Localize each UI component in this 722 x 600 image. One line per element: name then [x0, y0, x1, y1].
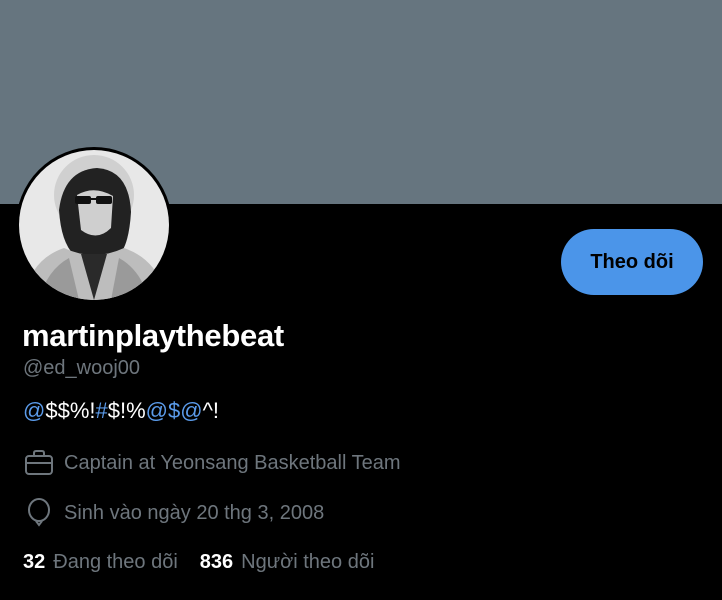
follow-button[interactable]: Theo dõi	[561, 229, 703, 295]
bio-cashtag-link[interactable]: $	[168, 398, 180, 423]
avatar-photo	[19, 150, 169, 300]
birthday-info: Sinh vào ngày 20 thg 3, 2008	[24, 498, 324, 528]
profile-bio: @$$%!#$!%@$@^!	[23, 398, 219, 424]
following-label: Đang theo dõi	[53, 551, 178, 573]
bio-text: $!%	[107, 398, 146, 423]
bio-mention-link[interactable]: @	[180, 398, 202, 423]
bio-text: $$%!	[45, 398, 96, 423]
following-count: 32	[23, 551, 46, 573]
followers-count: 836	[199, 551, 234, 573]
bio-hashtag-link[interactable]: #	[96, 398, 108, 423]
briefcase-icon	[24, 448, 54, 478]
followers-link[interactable]: 836 Người theo dõi	[200, 551, 375, 574]
username-handle: @ed_wooj00	[23, 357, 141, 379]
bio-mention-link[interactable]: @	[146, 398, 168, 423]
follow-stats: 32 Đang theo dõi 836 Người theo dõi	[23, 551, 374, 574]
profile-avatar[interactable]	[16, 147, 172, 303]
display-name: martinplaythebeat	[22, 318, 284, 353]
followers-label: Người theo dõi	[241, 551, 375, 573]
job-text: Captain at Yeonsang Basketball Team	[64, 451, 401, 474]
following-link[interactable]: 32 Đang theo dõi	[23, 551, 178, 574]
birthday-text: Sinh vào ngày 20 thg 3, 2008	[64, 501, 325, 524]
bio-text: ^!	[202, 398, 220, 423]
job-info: Captain at Yeonsang Basketball Team	[24, 448, 401, 478]
bio-mention-link[interactable]: @	[23, 398, 45, 423]
balloon-icon	[24, 498, 54, 528]
